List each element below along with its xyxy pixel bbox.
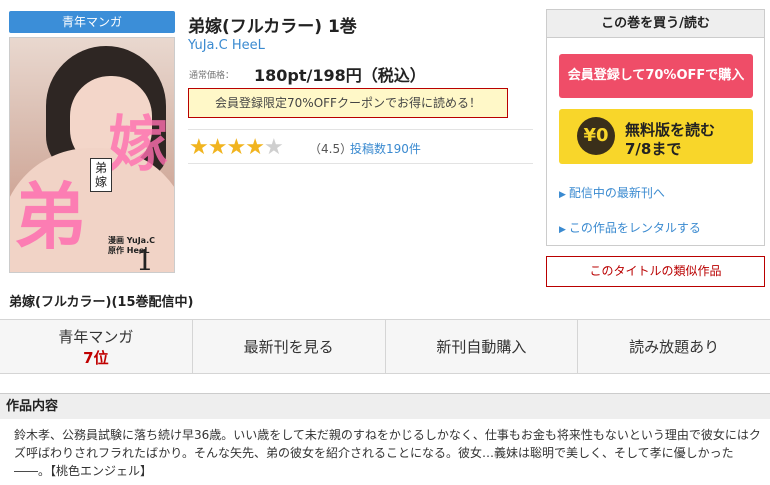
rental-link[interactable]: ▶ この作品をレンタルする bbox=[559, 219, 701, 236]
tab-genre-ranking[interactable]: 青年マンガ 7位 bbox=[0, 320, 193, 373]
price-label: 通常価格： bbox=[189, 71, 235, 81]
action-tabs: 青年マンガ 7位 最新刊を見る 新刊自動購入 読み放題あり bbox=[0, 319, 770, 374]
reviews-link[interactable]: 投稿数190件 bbox=[350, 140, 421, 157]
triangle-right-icon: ▶ bbox=[559, 190, 566, 200]
free-read-button[interactable]: ¥0 無料版を読む 7/8まで bbox=[559, 109, 753, 164]
star-icon: ★ bbox=[226, 135, 246, 160]
similar-titles-button[interactable]: このタイトルの類似作品 bbox=[546, 256, 765, 287]
coupon-banner[interactable]: 会員登録限定70%OFFクーポンでお得に読める！ bbox=[188, 88, 508, 118]
tab-latest-label: 最新刊を見る bbox=[243, 338, 334, 356]
star-icon: ★ bbox=[245, 135, 265, 160]
triangle-right-icon: ▶ bbox=[559, 225, 566, 235]
cover-volume: 1 bbox=[136, 244, 154, 273]
rating-stars: ★★★★★ bbox=[189, 135, 284, 160]
cover-kanji-decoration-2: 嫁 bbox=[108, 110, 168, 180]
register-purchase-button[interactable]: 会員登録して70%OFFで購入 bbox=[559, 54, 753, 98]
cover-image[interactable]: 弟 嫁 弟嫁 漫画 YuJa.C 原作 HeeL 1 bbox=[9, 37, 175, 273]
synopsis-heading: 作品内容 bbox=[0, 393, 770, 419]
yen-coin-icon: ¥0 bbox=[577, 117, 615, 155]
cover-kanji-decoration: 弟 bbox=[14, 174, 87, 259]
rating-value: （4.5） bbox=[309, 142, 353, 156]
page-title: 弟嫁(フルカラー) 1巻 bbox=[188, 17, 357, 37]
tab-unlimited-label: 読み放題あり bbox=[629, 338, 720, 356]
buy-panel-header: この巻を買う/読む bbox=[547, 10, 764, 38]
tab-auto-purchase[interactable]: 新刊自動購入 bbox=[386, 320, 579, 373]
tab-latest-volume[interactable]: 最新刊を見る bbox=[193, 320, 386, 373]
rental-label: この作品をレンタルする bbox=[568, 221, 701, 235]
star-half-icon: ★ bbox=[263, 135, 284, 160]
latest-volume-label: 配信中の最新刊へ bbox=[568, 186, 665, 200]
tab-unlimited[interactable]: 読み放題あり bbox=[578, 320, 770, 373]
cover-title: 弟嫁 bbox=[90, 158, 112, 192]
author-link[interactable]: YuJa.C HeeL bbox=[188, 38, 265, 53]
star-icon: ★ bbox=[189, 135, 209, 160]
buy-panel: この巻を買う/読む 会員登録して70%OFFで購入 ¥0 無料版を読む 7/8ま… bbox=[546, 9, 765, 246]
divider bbox=[188, 129, 533, 130]
free-read-label: 無料版を読む bbox=[625, 121, 716, 139]
genre-ranking-value: 7位 bbox=[83, 348, 109, 367]
genre-ranking-label: 青年マンガ bbox=[58, 327, 134, 346]
star-icon: ★ bbox=[207, 135, 228, 160]
genre-badge[interactable]: 青年マンガ bbox=[9, 11, 175, 33]
price-value: 180pt/198円（税込） bbox=[254, 66, 426, 85]
synopsis-text: 鈴木孝、公務員試験に落ち続け早36歳。いい歳をして未だ親のすねをかじるしかなく、… bbox=[14, 428, 761, 478]
tab-auto-purchase-label: 新刊自動購入 bbox=[436, 338, 527, 356]
free-read-deadline: 7/8まで bbox=[625, 140, 682, 158]
series-label[interactable]: 弟嫁(フルカラー)(15巻配信中) bbox=[9, 291, 193, 310]
latest-volume-link[interactable]: ▶ 配信中の最新刊へ bbox=[559, 184, 665, 201]
divider bbox=[188, 163, 533, 164]
